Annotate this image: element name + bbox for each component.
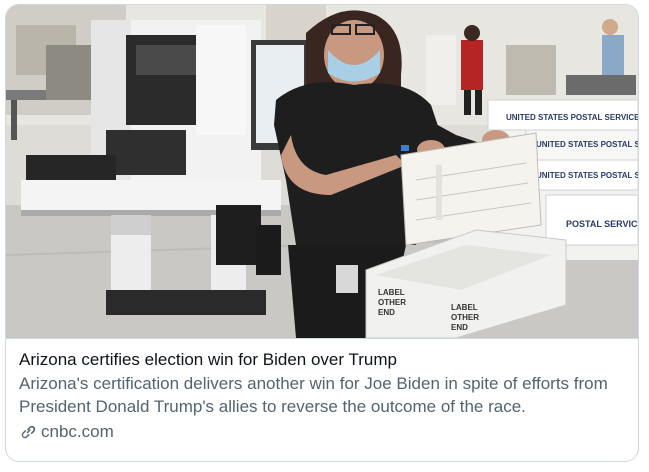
card-divider <box>6 338 638 339</box>
postal-box-label-3: UNITED STATES POSTAL SERVICE <box>536 171 638 180</box>
card-description: Arizona's certification delivers another… <box>19 374 608 416</box>
photo-scene: UNITED STATES POSTAL SERVICE UNITED STAT… <box>6 5 638 338</box>
card-source[interactable]: cnbc.com <box>19 421 629 443</box>
link-preview-card[interactable]: UNITED STATES POSTAL SERVICE UNITED STAT… <box>5 4 639 462</box>
tray-label-line-1: LABEL <box>378 288 405 297</box>
tray-label-2-line-2: OTHER <box>451 313 479 322</box>
source-domain: cnbc.com <box>41 422 114 441</box>
tray-label-2-line-1: LABEL <box>451 303 478 312</box>
card-title[interactable]: Arizona certifies election win for Biden… <box>19 349 629 371</box>
postal-box-label-2: UNITED STATES POSTAL SERVICE <box>536 140 638 149</box>
tray-label-line-2: OTHER <box>378 298 406 307</box>
postal-box-label-4: POSTAL SERVICE <box>566 219 638 229</box>
tray-label-2-line-3: END <box>451 323 468 332</box>
card-text[interactable]: Arizona certifies election win for Biden… <box>19 349 629 443</box>
postal-box-label-1: UNITED STATES POSTAL SERVICE <box>506 113 638 122</box>
link-icon <box>21 425 36 439</box>
tray-label-line-3: END <box>378 308 395 317</box>
article-photo[interactable]: UNITED STATES POSTAL SERVICE UNITED STAT… <box>6 5 638 338</box>
